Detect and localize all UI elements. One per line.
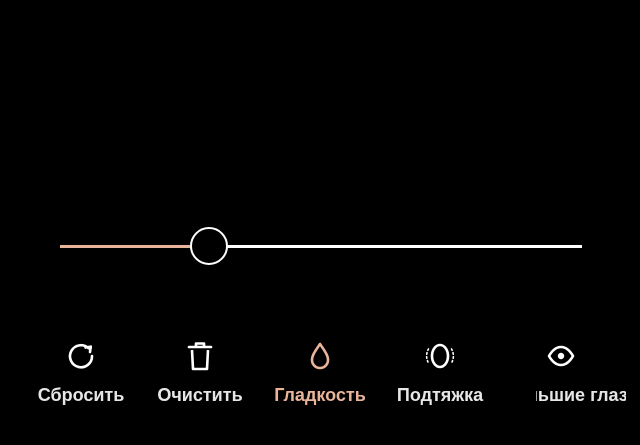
photo-preview bbox=[0, 0, 640, 215]
beauty-toolbar: Сбросить Очистить Гладкость Подтяжка ьши… bbox=[0, 335, 640, 415]
clear-button[interactable]: Очистить bbox=[135, 335, 265, 415]
reset-button[interactable]: Сбросить bbox=[16, 335, 146, 415]
reset-label: Сбросить bbox=[37, 385, 125, 405]
slider-thumb[interactable] bbox=[189, 227, 228, 265]
trash-icon bbox=[182, 338, 218, 374]
big-eyes-label: Большие глаза bbox=[536, 385, 626, 405]
intensity-slider[interactable] bbox=[60, 226, 582, 266]
slim-button[interactable]: Подтяжка bbox=[375, 335, 505, 415]
smoothness-button[interactable]: Гладкость bbox=[255, 335, 385, 415]
eye-icon bbox=[543, 338, 579, 374]
slider-fill bbox=[60, 245, 209, 248]
face-slim-icon bbox=[422, 338, 458, 374]
smooth-drop-icon bbox=[302, 338, 338, 374]
big-eyes-button[interactable]: Большие глаза bbox=[496, 335, 626, 415]
reset-icon bbox=[63, 338, 99, 374]
smoothness-label: Гладкость bbox=[274, 385, 366, 405]
slim-label: Подтяжка bbox=[396, 385, 484, 405]
clear-label: Очистить bbox=[157, 385, 243, 405]
